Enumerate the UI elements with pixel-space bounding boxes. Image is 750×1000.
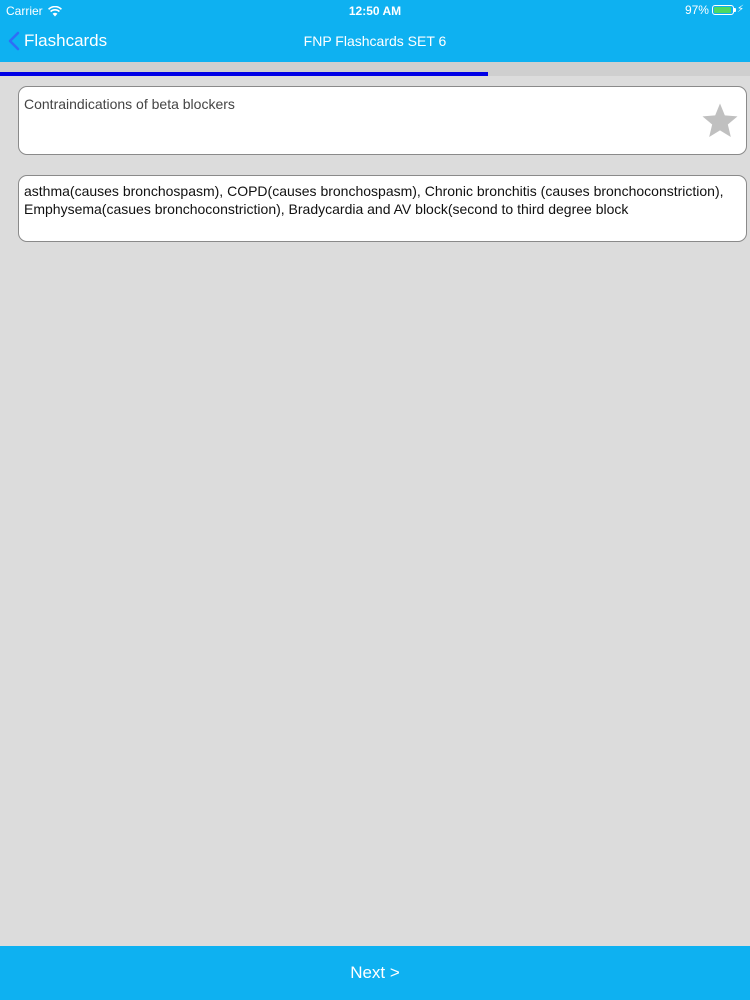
battery-group: 97% ⚡ xyxy=(685,3,744,17)
navigation-header: Carrier 12:50 AM 97% ⚡ Flashcards FNP Fl… xyxy=(0,0,750,62)
next-button[interactable]: Next > xyxy=(0,946,750,1000)
battery-fill xyxy=(713,7,732,13)
battery-icon xyxy=(711,5,736,15)
answer-text: asthma(causes bronchospasm), COPD(causes… xyxy=(24,183,724,217)
progress-bar xyxy=(0,72,488,76)
answer-card[interactable]: asthma(causes bronchospasm), COPD(causes… xyxy=(18,175,747,242)
status-bar: Carrier 12:50 AM 97% ⚡ xyxy=(0,0,750,22)
footer-bar: Next > xyxy=(0,946,750,1000)
star-icon[interactable] xyxy=(700,101,740,141)
question-text: Contraindications of beta blockers xyxy=(24,96,235,112)
page-title: FNP Flashcards SET 6 xyxy=(303,33,447,49)
status-time: 12:50 AM xyxy=(348,4,402,18)
progress-track xyxy=(0,62,750,76)
question-card[interactable]: Contraindications of beta blockers xyxy=(18,86,747,155)
bolt-icon: ⚡ xyxy=(736,4,744,15)
battery-percent: 97% xyxy=(684,3,709,17)
